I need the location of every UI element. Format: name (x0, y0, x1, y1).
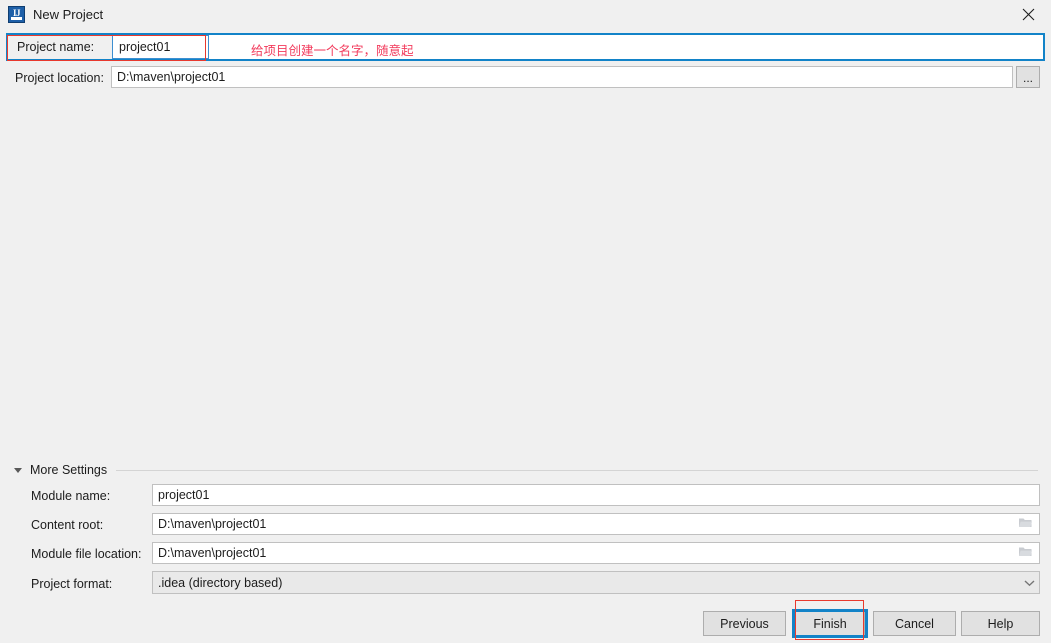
folder-icon (1018, 516, 1033, 532)
folder-icon (1018, 545, 1033, 561)
more-settings-toggle[interactable]: More Settings (14, 462, 1038, 478)
project-format-label: Project format: (31, 577, 113, 591)
project-location-value: D:\maven\project01 (117, 70, 226, 84)
project-name-hint: 给项目创建一个名字，随意起 (251, 44, 414, 58)
window-title: New Project (33, 7, 104, 22)
previous-button[interactable]: Previous (703, 611, 786, 636)
content-root-value: D:\maven\project01 (158, 517, 267, 531)
project-format-select[interactable]: .idea (directory based) (152, 571, 1040, 594)
project-location-input[interactable]: D:\maven\project01 (111, 66, 1013, 88)
module-name-input[interactable]: project01 (152, 484, 1040, 506)
title-bar: IJ New Project (0, 0, 1051, 29)
module-file-location-value: D:\maven\project01 (158, 546, 267, 560)
finish-button[interactable]: Finish (795, 611, 865, 636)
triangle-down-icon (14, 467, 22, 473)
project-name-value: project01 (119, 40, 171, 54)
project-name-label-strip: Project name: (8, 35, 112, 59)
content-root-browse-button[interactable] (1012, 515, 1038, 533)
intellij-idea-icon: IJ (8, 6, 25, 23)
module-name-label: Module name: (31, 489, 111, 503)
app-icon-bar (11, 17, 22, 20)
help-button[interactable]: Help (961, 611, 1040, 636)
project-name-row[interactable]: Project name: project01 给项目创建一个名字，随意起 (6, 33, 1045, 61)
more-settings-label: More Settings (30, 463, 108, 477)
project-location-browse-button[interactable]: ... (1016, 66, 1040, 88)
project-name-input[interactable]: project01 (112, 35, 209, 59)
project-format-dropdown-button[interactable] (1019, 572, 1039, 593)
content-root-input[interactable]: D:\maven\project01 (152, 513, 1040, 535)
close-button[interactable] (1005, 0, 1051, 29)
module-file-location-label: Module file location: (31, 547, 142, 561)
module-name-value: project01 (158, 488, 210, 502)
module-file-location-browse-button[interactable] (1012, 544, 1038, 562)
project-format-value: .idea (directory based) (158, 575, 283, 590)
cancel-button[interactable]: Cancel (873, 611, 956, 636)
content-root-label: Content root: (31, 518, 104, 532)
close-icon (1022, 8, 1035, 21)
project-location-label: Project location: (15, 71, 104, 85)
module-file-location-input[interactable]: D:\maven\project01 (152, 542, 1040, 564)
more-settings-divider (116, 469, 1038, 471)
project-name-label: Project name: (17, 40, 95, 54)
chevron-down-icon (1024, 576, 1035, 590)
